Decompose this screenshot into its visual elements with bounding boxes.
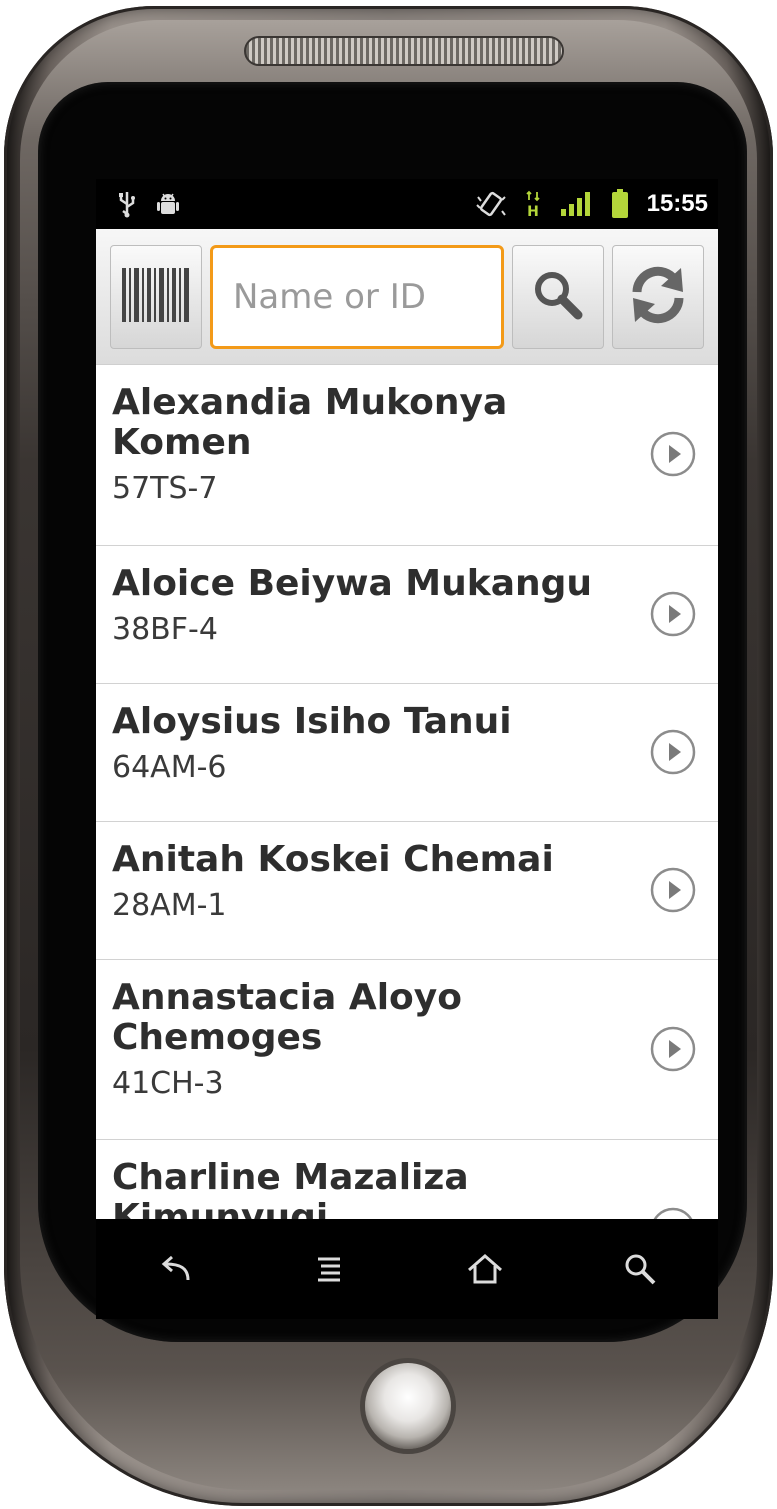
refresh-button[interactable]: [612, 244, 704, 349]
search-button[interactable]: [512, 244, 604, 349]
list-item[interactable]: Aloice Beiywa Mukangu 38BF-4: [96, 546, 718, 684]
android-debug-icon: [156, 191, 180, 217]
chevron-right-circle-icon[interactable]: [650, 867, 696, 913]
clock: 15:55: [646, 190, 708, 217]
barcode-scan-button[interactable]: [110, 244, 202, 349]
patient-id: 41CH-3: [112, 1066, 224, 1101]
patient-name: Aloysius Isiho Tanui: [112, 701, 512, 742]
patient-id: 64AM-6: [112, 750, 227, 785]
back-icon[interactable]: [144, 1239, 204, 1299]
trackball[interactable]: [365, 1363, 451, 1449]
refresh-icon: [625, 262, 691, 332]
screen: H 15:55 Name or ID Alexandia Mukonya Kom…: [96, 179, 718, 1219]
home-icon[interactable]: [455, 1239, 515, 1299]
patient-id: 57TS-7: [112, 471, 218, 506]
patient-name: Alexandia Mukonya Komen: [112, 382, 508, 463]
patient-id: 38BF-4: [112, 612, 218, 647]
battery-icon: [611, 189, 629, 219]
patient-list: Alexandia Mukonya Komen 57TS-7 Aloice Be…: [96, 365, 718, 1219]
search-toolbar: [96, 229, 718, 365]
magnifier-icon: [530, 267, 586, 327]
hspa-data-icon: H: [525, 190, 541, 218]
vibrate-icon: [475, 191, 507, 217]
patient-name: Anitah Koskei Chemai: [112, 839, 554, 880]
list-item[interactable]: Aloysius Isiho Tanui 64AM-6: [96, 684, 718, 822]
signal-icon: [559, 191, 593, 217]
list-item[interactable]: Annastacia Aloyo Chemoges 41CH-3: [96, 960, 718, 1140]
list-item[interactable]: Alexandia Mukonya Komen 57TS-7: [96, 365, 718, 546]
chevron-right-circle-icon[interactable]: [650, 1026, 696, 1072]
soft-key-bar: [96, 1219, 718, 1319]
patient-id: 28AM-1: [112, 888, 227, 923]
chevron-right-circle-icon[interactable]: [650, 431, 696, 477]
chevron-right-circle-icon[interactable]: [650, 729, 696, 775]
chevron-right-circle-icon[interactable]: [650, 591, 696, 637]
patient-name: Charline Mazaliza Kimunyugi: [112, 1157, 469, 1220]
menu-icon[interactable]: [299, 1239, 359, 1299]
patient-name: Aloice Beiywa Mukangu: [112, 563, 593, 604]
patient-name: Annastacia Aloyo Chemoges: [112, 977, 462, 1058]
earpiece-speaker: [244, 36, 564, 66]
svg-text:H: H: [527, 204, 539, 218]
list-item[interactable]: Charline Mazaliza Kimunyugi: [96, 1140, 718, 1219]
status-bar: H 15:55: [96, 179, 718, 229]
usb-icon: [116, 190, 138, 218]
list-item[interactable]: Anitah Koskei Chemai 28AM-1: [96, 822, 718, 960]
search-input[interactable]: [231, 275, 501, 318]
search-field[interactable]: [210, 244, 504, 349]
chevron-right-circle-icon[interactable]: [650, 1207, 696, 1220]
search-icon[interactable]: [610, 1239, 670, 1299]
barcode-icon: [120, 264, 192, 330]
